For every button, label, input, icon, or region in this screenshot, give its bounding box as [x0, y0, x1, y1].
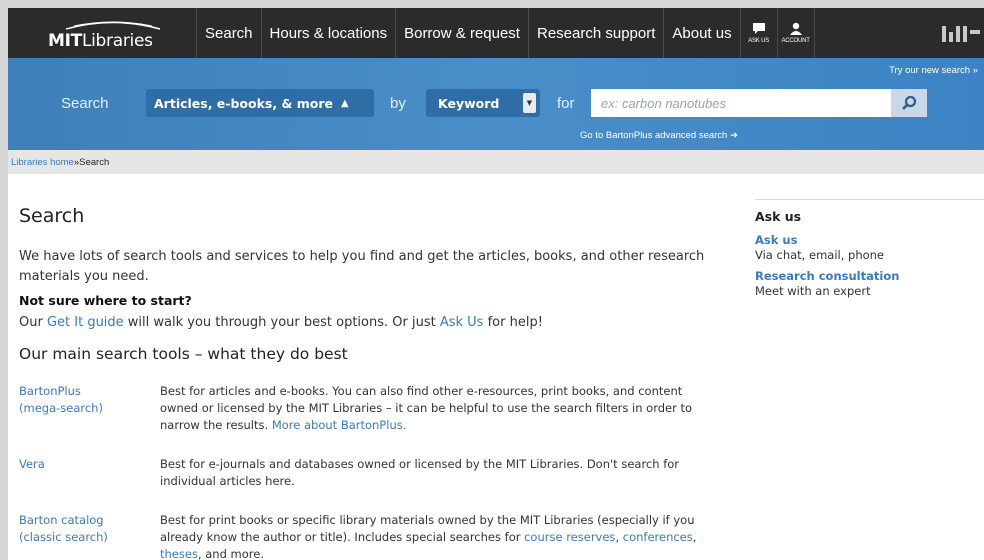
- source-select-value: Articles, e-books, & more: [154, 95, 333, 111]
- logo-text: MITLibraries: [48, 31, 153, 51]
- theses-link[interactable]: theses: [160, 547, 198, 560]
- nav-borrow-request[interactable]: Borrow & request: [395, 8, 528, 58]
- nav-hours-locations[interactable]: Hours & locations: [260, 8, 396, 58]
- magnifier-icon: [902, 95, 917, 110]
- tool-desc-barton-catalog: Best for print books or specific library…: [160, 513, 697, 560]
- sidebar-research-consultation-sub: Meet with an expert: [755, 284, 871, 298]
- sidebar-divider: [755, 199, 984, 200]
- intro-text: We have lots of search tools and service…: [19, 249, 705, 284]
- nav-divider: [813, 8, 815, 58]
- main-content: Search We have lots of search tools and …: [8, 174, 984, 560]
- conferences-link[interactable]: conferences: [623, 530, 693, 544]
- try-new-search-link[interactable]: Try our new search »: [889, 65, 978, 76]
- unsure-heading: Not sure where to start?: [19, 293, 192, 308]
- ask-us-inline-link[interactable]: Ask Us: [440, 315, 484, 330]
- top-nav-bar: MITLibraries Search Hours & locations Bo…: [8, 8, 984, 58]
- sidebar-ask-us-sub: Via chat, email, phone: [755, 248, 885, 262]
- ask-us-label: ASK US: [748, 38, 770, 44]
- select-arrows-icon: ▲︎: [340, 97, 349, 109]
- search-label: Search: [61, 95, 109, 112]
- tool-link-bartonplus[interactable]: BartonPlus (mega-search): [19, 383, 149, 417]
- nav-research-support[interactable]: Research support: [527, 8, 663, 58]
- field-select[interactable]: Keyword ▼: [426, 89, 540, 117]
- source-select[interactable]: Articles, e-books, & more ▲︎: [146, 89, 374, 117]
- unsure-paragraph: Our Get It guide will walk you through y…: [19, 315, 543, 330]
- main-nav: Search Hours & locations Borrow & reques…: [196, 8, 815, 58]
- search-band: Try our new search » Search Articles, e-…: [8, 58, 984, 150]
- mit-logo-icon[interactable]: [942, 26, 980, 42]
- search-input[interactable]: [591, 89, 891, 117]
- breadcrumb: Libraries home » Search: [8, 150, 984, 174]
- course-reserves-link[interactable]: course reserves: [524, 530, 615, 544]
- field-select-value: Keyword: [438, 95, 500, 111]
- sidebar-research-consultation-link[interactable]: Research consultation: [755, 269, 899, 283]
- nav-about-us[interactable]: About us: [663, 8, 739, 58]
- breadcrumb-current: Search: [79, 156, 110, 168]
- more-about-bartonplus-link[interactable]: More about BartonPlus.: [272, 418, 407, 432]
- dropdown-arrow-icon: ▼: [523, 93, 536, 113]
- account-label: ACCOUNT: [781, 38, 810, 44]
- advanced-search-link[interactable]: Go to BartonPlus advanced search ➜: [580, 130, 738, 141]
- page-title: Search: [19, 205, 85, 227]
- tools-heading: Our main search tools – what they do bes…: [19, 345, 348, 363]
- for-label: for: [557, 95, 575, 112]
- sidebar-ask-us-link[interactable]: Ask us: [755, 233, 797, 247]
- sidebar-heading: Ask us: [755, 209, 802, 224]
- get-it-guide-link[interactable]: Get It guide: [47, 315, 124, 330]
- tool-link-barton-catalog[interactable]: Barton catalog (classic search): [19, 512, 149, 546]
- tool-desc-bartonplus: Best for articles and e-books. You can a…: [160, 384, 693, 432]
- arrow-right-icon: ➜: [729, 130, 738, 141]
- account-button[interactable]: ACCOUNT: [776, 8, 814, 58]
- user-icon: [789, 22, 802, 35]
- chat-bubble-icon: [752, 23, 765, 34]
- nav-search[interactable]: Search: [196, 8, 261, 58]
- tool-link-vera[interactable]: Vera: [19, 456, 149, 473]
- tool-desc-vera: Best for e-journals and databases owned …: [160, 457, 680, 488]
- search-submit-button[interactable]: [891, 89, 927, 117]
- breadcrumb-home-link[interactable]: Libraries home: [11, 157, 74, 168]
- ask-us-button[interactable]: ASK US: [739, 8, 777, 58]
- mit-libraries-logo[interactable]: MITLibraries: [8, 8, 190, 58]
- by-label: by: [390, 95, 406, 112]
